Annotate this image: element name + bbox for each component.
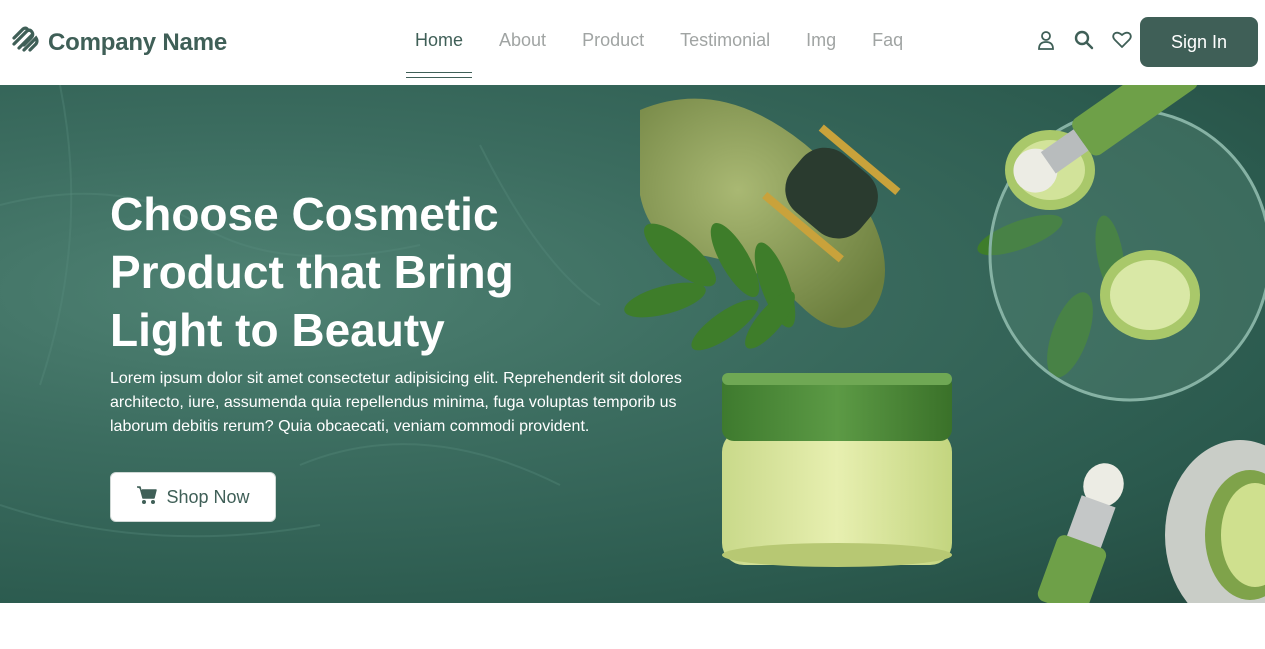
sign-in-button[interactable]: Sign In [1140,17,1258,67]
hero-section: Choose Cosmetic Product that Bring Light… [0,85,1265,603]
nav-item-label: Faq [872,30,904,50]
nav-item-label: Testimonial [680,30,771,50]
brand[interactable]: Company Name [10,26,227,59]
header-icons [1036,30,1132,50]
heart-icon[interactable] [1112,30,1132,50]
nav-item-home[interactable]: Home [406,0,473,78]
user-icon[interactable] [1036,30,1056,50]
nav-item-label: About [499,30,547,50]
hero-description: Lorem ipsum dolor sit amet consectetur a… [110,370,682,435]
shop-now-label: Shop Now [166,486,250,507]
nav-item-product[interactable]: Product [582,0,644,51]
nav-item-label: Home [415,30,464,50]
nav-item-img[interactable]: Img [806,0,836,51]
brand-name: Company Name [48,28,227,56]
shop-now-button[interactable]: Shop Now [110,472,276,522]
site-header: Company Name Home About Product Testimon… [0,0,1265,85]
main-nav: Home About Product Testimonial Img Faq [406,0,939,85]
hero-title: Choose Cosmetic Product that Bring Light… [110,188,514,356]
nav-item-label: Img [806,30,837,50]
nav-item-faq[interactable]: Faq [872,0,903,51]
nav-item-about[interactable]: About [499,0,546,51]
cart-icon [136,485,158,510]
stripes-logo-icon [10,26,42,59]
active-nav-underline [406,72,473,78]
nav-item-testimonial[interactable]: Testimonial [680,0,770,51]
nav-item-label: Product [582,30,645,50]
search-icon[interactable] [1074,30,1094,50]
